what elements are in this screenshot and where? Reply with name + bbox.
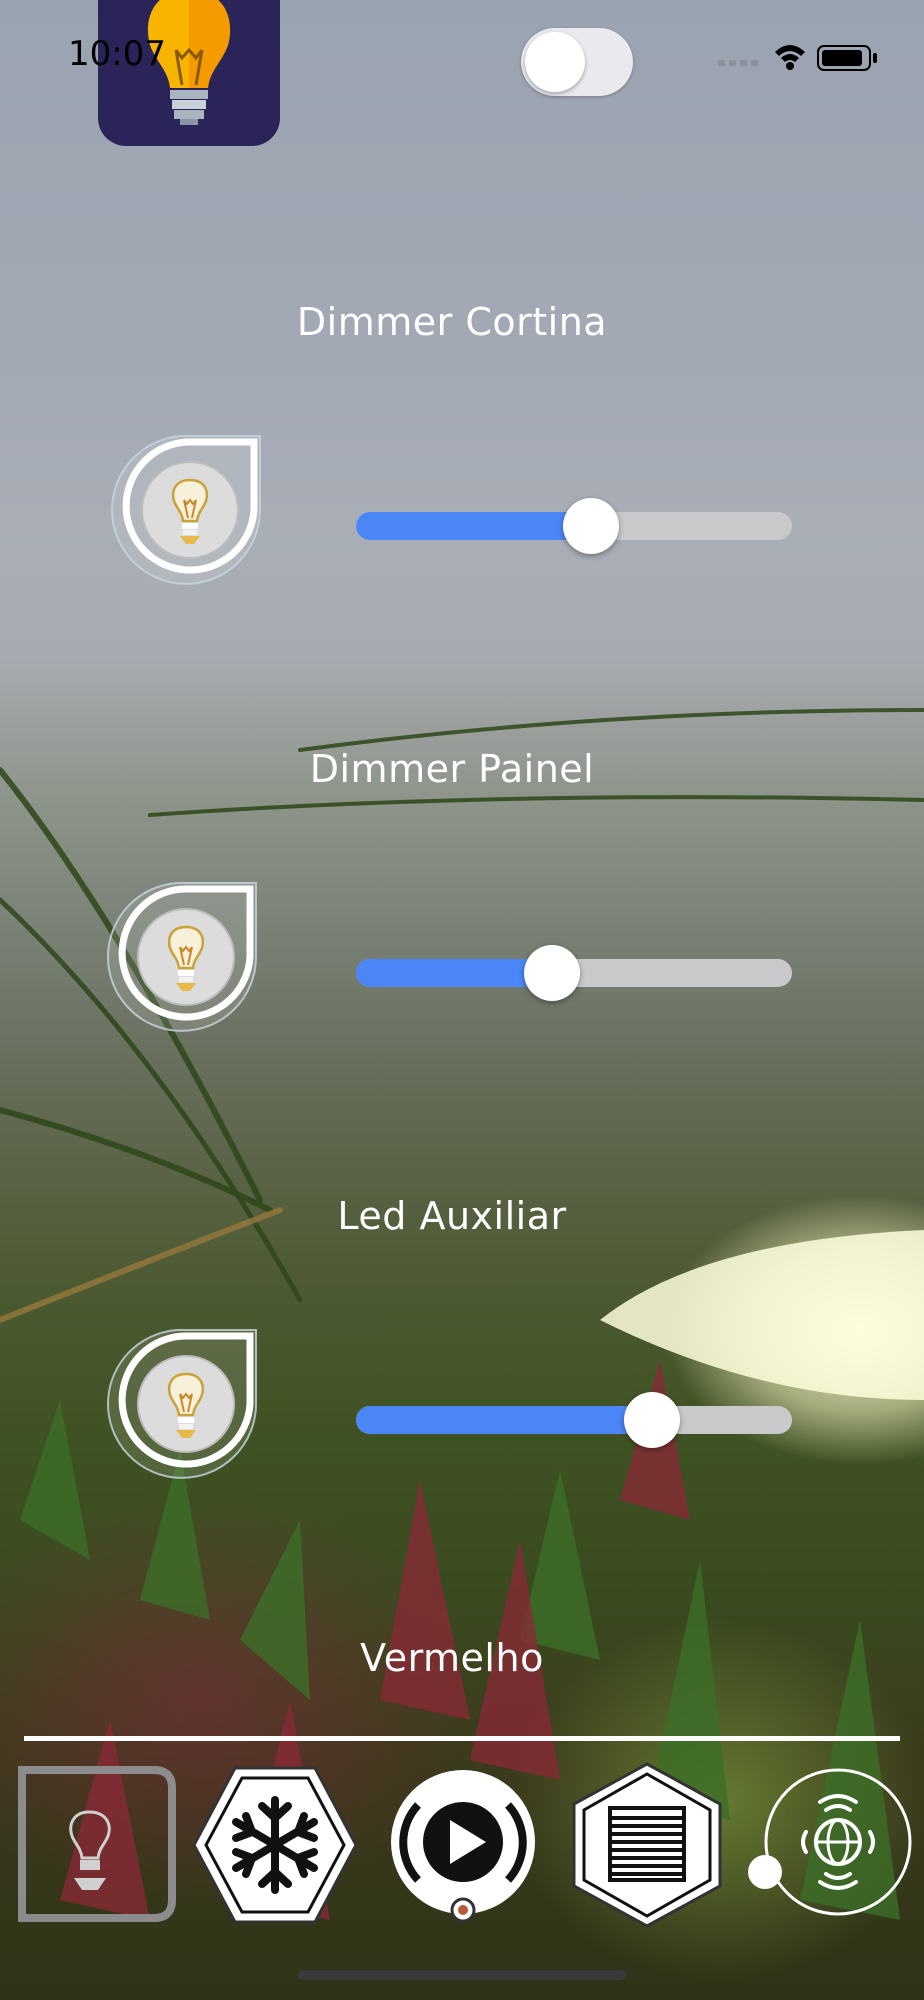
dimmer-label: Dimmer Painel (309, 747, 595, 791)
tab-curtains[interactable] (562, 1760, 732, 1930)
globe-wireless-icon (748, 1768, 912, 1916)
dimmer-label: Dimmer Cortina (296, 300, 608, 344)
slider-fill (356, 1406, 653, 1434)
slider-fill (356, 512, 592, 540)
tab-network[interactable] (746, 1760, 916, 1930)
dimmer-slider[interactable] (356, 490, 792, 554)
battery-icon (817, 45, 877, 71)
lightbulb-icon (107, 1328, 257, 1479)
slider-fill (356, 959, 553, 987)
dimmer-label: Led Auxiliar (337, 1194, 567, 1238)
lightbulb-icon (107, 881, 257, 1032)
toggle-knob (525, 32, 585, 92)
status-time: 10:07 (68, 34, 166, 74)
tab-divider (24, 1736, 900, 1741)
wifi-icon (775, 45, 805, 70)
dimmer-slider[interactable] (356, 1384, 792, 1448)
play-icon (391, 1770, 535, 1923)
tab-lights[interactable] (14, 1760, 184, 1930)
signal-icon (718, 60, 758, 66)
system-icons (718, 45, 877, 71)
lamp-button[interactable] (110, 430, 270, 590)
blinds-icon (572, 1762, 722, 1928)
slider-thumb[interactable] (563, 498, 620, 554)
tab-media[interactable] (378, 1760, 548, 1930)
tab-climate[interactable] (190, 1760, 360, 1930)
lightbulb-icon (111, 434, 261, 585)
snowflake-icon (192, 1766, 358, 1924)
section-label: Vermelho (360, 1636, 544, 1680)
slider-thumb[interactable] (524, 945, 581, 1001)
master-toggle[interactable] (521, 28, 633, 96)
lamp-button[interactable] (106, 877, 266, 1037)
lightbulb-icon (18, 1766, 176, 1922)
home-indicator (298, 1970, 626, 1980)
dimmer-slider[interactable] (356, 937, 792, 1001)
slider-track (356, 1406, 792, 1434)
slider-thumb[interactable] (624, 1392, 681, 1448)
status-bar: 10:07 (0, 0, 924, 146)
lamp-button[interactable] (106, 1324, 266, 1484)
